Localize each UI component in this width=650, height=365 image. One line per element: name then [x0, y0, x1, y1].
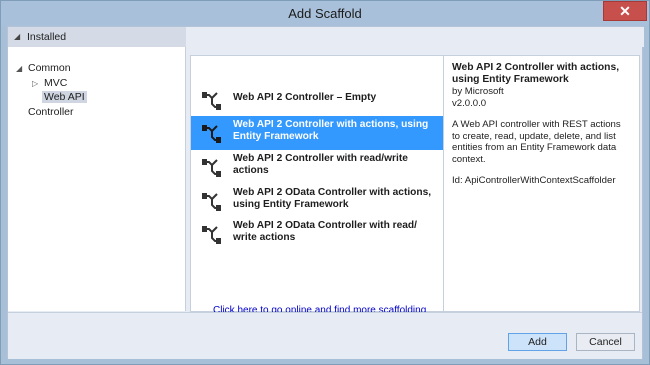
tree-item-label: Common — [28, 62, 71, 74]
title-bar[interactable]: Add Scaffold ✕ — [1, 1, 649, 26]
tree-item-label: MVC — [44, 77, 68, 89]
add-button[interactable]: Add — [508, 333, 567, 351]
dialog-title: Add Scaffold — [288, 6, 362, 21]
scaffold-item-actions-ef[interactable]: Web API 2 Controller with actions, using… — [191, 116, 443, 150]
cancel-button[interactable]: Cancel — [576, 333, 635, 351]
close-icon: ✕ — [619, 3, 631, 19]
category-tree: ◢ Common ▷ MVC Web API Controller — [8, 47, 186, 311]
close-button[interactable]: ✕ — [603, 1, 647, 21]
tree-item-label: Controller — [28, 106, 74, 118]
tree-item-label: Web API — [42, 91, 87, 103]
scaffold-item-label: Web API 2 Controller with read/write act… — [233, 153, 408, 176]
controller-icon — [202, 159, 221, 177]
details-author: by Microsoft — [452, 86, 504, 97]
details-description: A Web API controller with REST actions t… — [452, 119, 621, 165]
collapse-arrow-icon[interactable]: ◢ — [14, 32, 20, 41]
dialog-client: ◢ Installed ◢ Common ▷ MVC Web API Control… — [7, 26, 644, 359]
add-scaffold-dialog: Add Scaffold ✕ ◢ Installed ◢ Common ▷ MVC … — [0, 0, 650, 365]
button-bar: Add Cancel — [8, 312, 642, 359]
scaffold-item-label: Web API 2 Controller – Empty — [233, 92, 377, 103]
details-panel: Web API 2 Controller with actions, using… — [444, 55, 640, 312]
details-title: Web API 2 Controller with actions, using… — [452, 62, 620, 85]
tree-item-mvc[interactable]: ▷ MVC — [32, 76, 67, 91]
details-id: Id: ApiControllerWithContextScaffolder — [452, 175, 616, 186]
scaffold-item-read-write[interactable]: Web API 2 Controller with read/write act… — [191, 150, 443, 184]
installed-header[interactable]: ◢ Installed — [8, 27, 186, 47]
scaffold-item-label: Web API 2 OData Controller with read/ wr… — [233, 220, 417, 243]
details-version: v2.0.0.0 — [452, 97, 487, 109]
scaffold-item-label: Web API 2 OData Controller with actions,… — [233, 187, 432, 210]
header-gutter — [186, 27, 644, 47]
controller-icon — [202, 226, 221, 244]
scaffold-item-odata-ef[interactable]: Web API 2 OData Controller with actions,… — [191, 184, 443, 218]
scaffold-item-label: Web API 2 Controller with actions, using… — [233, 119, 429, 142]
expanded-arrow-icon[interactable]: ◢ — [16, 61, 28, 76]
installed-label: Installed — [27, 31, 67, 43]
collapsed-arrow-icon[interactable]: ▷ — [32, 76, 44, 91]
tree-item-controller[interactable]: Controller — [28, 105, 74, 120]
scaffold-item-empty[interactable]: Web API 2 Controller – Empty — [191, 83, 443, 117]
controller-icon — [202, 92, 221, 110]
scaffold-item-odata-read-write[interactable]: Web API 2 OData Controller with read/ wr… — [191, 217, 443, 251]
controller-icon — [202, 193, 221, 211]
scaffold-list: Web API 2 Controller – Empty Web API 2 C… — [190, 55, 444, 328]
tree-item-common[interactable]: ◢ Common — [16, 61, 71, 76]
tree-item-web-api[interactable]: Web API — [42, 90, 87, 105]
controller-icon — [202, 125, 221, 143]
